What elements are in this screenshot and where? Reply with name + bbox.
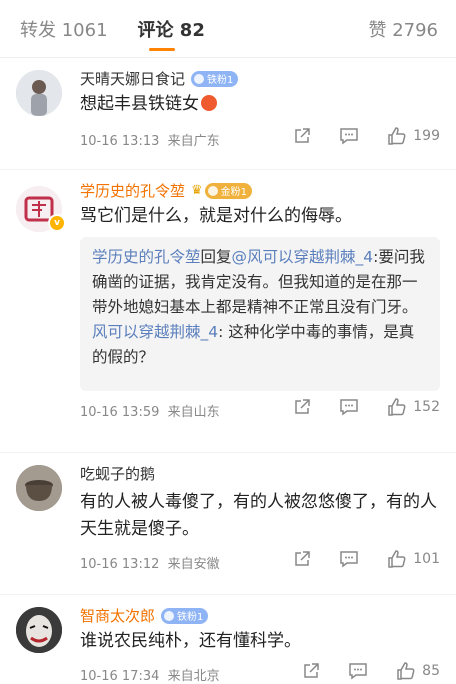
reply-button[interactable] bbox=[339, 550, 359, 568]
comment-actions: 101 bbox=[265, 549, 440, 569]
comment-meta: 10-16 13:59 来自山东 bbox=[80, 401, 220, 420]
share-button[interactable] bbox=[302, 662, 320, 680]
comment-text: 骂它们是什么，就是对什么的侮辱。 bbox=[80, 206, 352, 226]
comment-item: v 学历史的孔令堃 ♛ 金粉1 骂它们是什么，就是对什么的侮辱。 学历史的孔令堃… bbox=[0, 170, 456, 453]
username[interactable]: 学历史的孔令堃 bbox=[80, 180, 185, 201]
comment-actions: 152 bbox=[265, 397, 440, 417]
badge-label: 铁粉1 bbox=[207, 75, 234, 86]
reply-word: 回复 bbox=[200, 248, 232, 266]
comment-meta: 10-16 13:13 来自广东 bbox=[80, 130, 220, 149]
comment-item: 天晴天娜日食记 铁粉1 想起丰县铁链女 10-16 13:13 来自广东 199 bbox=[0, 58, 456, 170]
badge-label: 铁粉1 bbox=[177, 612, 204, 623]
share-icon bbox=[304, 663, 319, 678]
username[interactable]: 天晴天娜日食记 bbox=[80, 68, 185, 89]
thumbs-up-icon bbox=[397, 662, 415, 680]
comment-item: 吃蚬子的鹅 有的人被人毒傻了，有的人被忽悠傻了，有的人天生就是傻子。 10-16… bbox=[0, 453, 456, 595]
comment-location: 来自广东 bbox=[167, 134, 220, 149]
comment-header: 吃蚬子的鹅 bbox=[80, 463, 155, 484]
crown-icon: ♛ bbox=[191, 183, 203, 198]
comment-text: 有的人被人毒傻了，有的人被忽悠傻了，有的人天生就是傻子。 bbox=[80, 492, 437, 539]
tab-likes[interactable]: 赞 2796 bbox=[368, 16, 438, 42]
comment-location: 来自山东 bbox=[167, 405, 220, 420]
thumbs-up-icon bbox=[388, 398, 406, 416]
reply-mention[interactable]: @风可以穿越荆棘_4 bbox=[232, 248, 374, 266]
comment-location: 来自安徽 bbox=[167, 557, 220, 572]
username[interactable]: 智商太次郎 bbox=[80, 605, 155, 626]
thumbs-up-icon bbox=[388, 127, 406, 145]
like-count: 101 bbox=[413, 551, 440, 567]
like-count: 152 bbox=[413, 399, 440, 415]
comment-meta: 10-16 17:34 来自北京 bbox=[80, 665, 220, 684]
avatar[interactable] bbox=[16, 70, 62, 116]
comment-actions: 85 bbox=[274, 661, 440, 681]
fan-badge: 金粉1 bbox=[204, 182, 253, 199]
share-icon bbox=[295, 551, 311, 566]
reply-button[interactable] bbox=[348, 662, 368, 680]
comment-location: 来自北京 bbox=[167, 669, 220, 684]
share-button[interactable] bbox=[293, 398, 311, 416]
share-button[interactable] bbox=[293, 550, 311, 568]
like-button[interactable]: 199 bbox=[387, 126, 440, 146]
like-button[interactable]: 85 bbox=[396, 661, 440, 681]
comment-meta: 10-16 13:12 来自安徽 bbox=[80, 553, 220, 572]
comment-text: 想起丰县铁链女 bbox=[80, 91, 440, 118]
comment-text: 谁说农民纯朴，还有懂科学。 bbox=[80, 631, 301, 651]
fan-badge: 铁粉1 bbox=[161, 607, 209, 624]
comment-icon bbox=[340, 551, 359, 568]
comment-text-content: 想起丰县铁链女 bbox=[80, 94, 199, 114]
reply-button[interactable] bbox=[339, 398, 359, 416]
comment-time: 10-16 13:59 bbox=[80, 405, 160, 420]
like-count: 85 bbox=[422, 663, 440, 679]
comment-header: 智商太次郎 铁粉1 bbox=[80, 605, 209, 626]
comment-icon bbox=[340, 399, 359, 416]
reply-author[interactable]: 学历史的孔令堃 bbox=[92, 248, 201, 266]
comment-time: 10-16 13:12 bbox=[80, 557, 160, 572]
avatar[interactable] bbox=[16, 465, 62, 511]
share-button[interactable] bbox=[293, 127, 311, 145]
badge-label: 金粉1 bbox=[220, 187, 248, 198]
share-icon bbox=[295, 128, 311, 143]
comment-item: 智商太次郎 铁粉1 谁说农民纯朴，还有懂科学。 10-16 17:34 来自北京… bbox=[0, 595, 456, 684]
tab-comments[interactable]: 评论 82 bbox=[138, 16, 205, 42]
comment-tabs: 转发 1061 评论 82 赞 2796 bbox=[0, 0, 456, 58]
avatar[interactable] bbox=[16, 607, 62, 653]
fan-badge: 铁粉1 bbox=[191, 70, 239, 87]
comment-icon bbox=[349, 663, 367, 680]
like-button[interactable]: 101 bbox=[387, 549, 440, 569]
badge-icon bbox=[164, 610, 175, 621]
tab-repost[interactable]: 转发 1061 bbox=[20, 16, 108, 42]
like-button[interactable]: 152 bbox=[387, 397, 440, 417]
badge-icon bbox=[194, 73, 205, 84]
username[interactable]: 吃蚬子的鹅 bbox=[80, 463, 155, 484]
comment-actions: 199 bbox=[265, 126, 440, 146]
comment-icon bbox=[340, 128, 359, 145]
share-icon bbox=[295, 399, 311, 414]
thumbs-up-icon bbox=[388, 550, 406, 568]
reply-preview[interactable]: 学历史的孔令堃回复@风可以穿越荆棘_4:要问我确凿的证据，我肯定没有。但我知道的… bbox=[80, 237, 440, 391]
comment-header: 天晴天娜日食记 铁粉1 bbox=[80, 68, 239, 89]
comment-time: 10-16 17:34 bbox=[80, 669, 160, 684]
reply-button[interactable] bbox=[339, 127, 359, 145]
angry-emoji-icon bbox=[201, 95, 217, 111]
comment-time: 10-16 13:13 bbox=[80, 134, 160, 149]
reply-author[interactable]: 风可以穿越荆棘_4 bbox=[92, 323, 218, 341]
comment-header: 学历史的孔令堃 ♛ 金粉1 bbox=[80, 180, 253, 201]
like-count: 199 bbox=[413, 128, 440, 144]
badge-icon bbox=[207, 185, 218, 196]
active-tab-indicator bbox=[149, 48, 175, 51]
verified-icon: v bbox=[48, 214, 66, 232]
